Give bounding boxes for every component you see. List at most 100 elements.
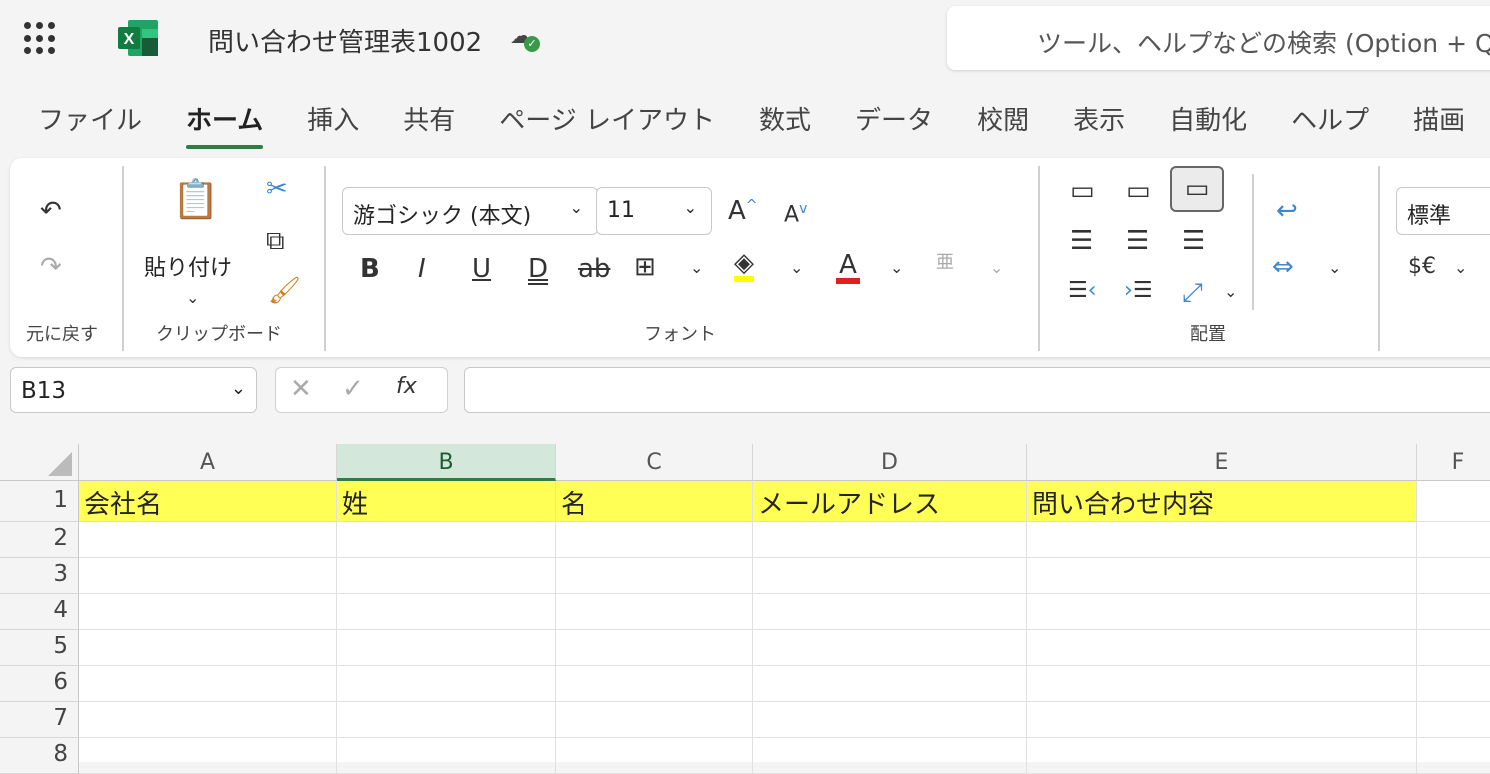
search-input[interactable]: ツール、ヘルプなどの検索 (Option + Q) bbox=[947, 6, 1490, 70]
fill-color-dropdown[interactable]: ⌄ bbox=[790, 258, 803, 277]
currency-dropdown[interactable]: ⌄ bbox=[1454, 258, 1467, 277]
select-all-corner[interactable] bbox=[0, 444, 79, 481]
cell-e1[interactable]: 問い合わせ内容 bbox=[1027, 481, 1417, 522]
cell-f3[interactable] bbox=[1417, 558, 1490, 594]
cell-c2[interactable] bbox=[556, 522, 753, 558]
cell-c4[interactable] bbox=[556, 594, 753, 630]
cell-f6[interactable] bbox=[1417, 666, 1490, 702]
align-right-icon[interactable]: ☰ bbox=[1182, 228, 1205, 254]
phonetic-guide-icon[interactable]: 亜 bbox=[936, 254, 954, 272]
cell-b5[interactable] bbox=[337, 630, 556, 666]
cell-d2[interactable] bbox=[753, 522, 1027, 558]
column-header-f[interactable]: F bbox=[1417, 444, 1490, 481]
cell-d6[interactable] bbox=[753, 666, 1027, 702]
borders-dropdown[interactable]: ⌄ bbox=[690, 258, 703, 277]
column-header-c[interactable]: C bbox=[556, 444, 753, 481]
cell-a8[interactable] bbox=[79, 738, 337, 774]
number-format-select[interactable]: 標準 bbox=[1396, 187, 1490, 235]
document-title[interactable]: 問い合わせ管理表1002 bbox=[208, 22, 482, 59]
app-launcher-icon[interactable] bbox=[24, 22, 58, 56]
tab-draw[interactable]: 描画 bbox=[1413, 100, 1465, 137]
borders-icon[interactable]: ⊞ bbox=[634, 254, 656, 280]
cell-c5[interactable] bbox=[556, 630, 753, 666]
cell-d8[interactable] bbox=[753, 738, 1027, 774]
cell-e3[interactable] bbox=[1027, 558, 1417, 594]
cell-a4[interactable] bbox=[79, 594, 337, 630]
cell-f4[interactable] bbox=[1417, 594, 1490, 630]
cell-c8[interactable] bbox=[556, 738, 753, 774]
tab-insert[interactable]: 挿入 bbox=[307, 100, 359, 137]
wrap-text-icon[interactable]: ↩ bbox=[1276, 198, 1298, 224]
tab-file[interactable]: ファイル bbox=[38, 100, 142, 137]
decrease-font-size-icon[interactable]: Av bbox=[784, 202, 807, 226]
italic-icon[interactable]: I bbox=[418, 256, 426, 282]
increase-font-size-icon[interactable]: A^ bbox=[728, 198, 758, 224]
cell-e6[interactable] bbox=[1027, 666, 1417, 702]
cell-b1[interactable]: 姓 bbox=[337, 481, 556, 522]
increase-indent-icon[interactable]: ›☰ bbox=[1124, 280, 1153, 302]
cell-f5[interactable] bbox=[1417, 630, 1490, 666]
copy-icon[interactable]: ⧉ bbox=[266, 228, 285, 254]
cell-a5[interactable] bbox=[79, 630, 337, 666]
tab-formulas[interactable]: 数式 bbox=[759, 100, 811, 137]
align-left-icon[interactable]: ☰ bbox=[1070, 228, 1093, 254]
tab-home[interactable]: ホーム bbox=[186, 100, 264, 149]
bottom-align-icon[interactable]: ▭ bbox=[1170, 166, 1224, 212]
cell-e5[interactable] bbox=[1027, 630, 1417, 666]
top-align-icon[interactable]: ▭ bbox=[1070, 178, 1095, 204]
bold-icon[interactable]: B bbox=[360, 256, 380, 282]
font-color-dropdown[interactable]: ⌄ bbox=[890, 258, 903, 277]
cell-f8[interactable] bbox=[1417, 738, 1490, 774]
cell-d4[interactable] bbox=[753, 594, 1027, 630]
cell-d7[interactable] bbox=[753, 702, 1027, 738]
column-header-b[interactable]: B bbox=[337, 444, 556, 481]
paste-button[interactable]: 貼り付け bbox=[144, 250, 232, 282]
orientation-icon[interactable]: ⤢ bbox=[1182, 280, 1203, 306]
tab-data[interactable]: データ bbox=[855, 100, 933, 137]
row-header-3[interactable]: 3 bbox=[0, 558, 79, 594]
cell-d5[interactable] bbox=[753, 630, 1027, 666]
cell-a2[interactable] bbox=[79, 522, 337, 558]
row-header-5[interactable]: 5 bbox=[0, 630, 79, 666]
cell-a3[interactable] bbox=[79, 558, 337, 594]
cancel-icon[interactable]: ✕ bbox=[290, 374, 312, 404]
cloud-saved-icon[interactable]: ☁ ✓ bbox=[510, 24, 540, 52]
cell-f2[interactable] bbox=[1417, 522, 1490, 558]
cell-b3[interactable] bbox=[337, 558, 556, 594]
column-header-d[interactable]: D bbox=[753, 444, 1027, 481]
cell-a7[interactable] bbox=[79, 702, 337, 738]
font-color-icon[interactable]: A bbox=[836, 252, 860, 284]
cell-b4[interactable] bbox=[337, 594, 556, 630]
strikethrough-icon[interactable]: ab bbox=[578, 256, 610, 282]
cell-a1[interactable]: 会社名 bbox=[79, 481, 337, 522]
orientation-dropdown[interactable]: ⌄ bbox=[1224, 282, 1237, 301]
middle-align-icon[interactable]: ▭ bbox=[1126, 178, 1151, 204]
cell-a6[interactable] bbox=[79, 666, 337, 702]
fill-color-icon[interactable]: ◈ bbox=[734, 250, 754, 282]
paste-dropdown[interactable]: ⌄ bbox=[186, 288, 199, 307]
cell-c6[interactable] bbox=[556, 666, 753, 702]
tab-view[interactable]: 表示 bbox=[1073, 100, 1125, 137]
tab-automate[interactable]: 自動化 bbox=[1169, 100, 1247, 137]
redo-icon[interactable]: ↷ bbox=[40, 254, 62, 280]
cell-e7[interactable] bbox=[1027, 702, 1417, 738]
align-center-icon[interactable]: ☰ bbox=[1126, 228, 1149, 254]
tab-review[interactable]: 校閲 bbox=[977, 100, 1029, 137]
cut-icon[interactable]: ✂ bbox=[266, 176, 288, 202]
formula-input[interactable] bbox=[464, 367, 1490, 413]
cell-e2[interactable] bbox=[1027, 522, 1417, 558]
cell-f1[interactable] bbox=[1417, 481, 1490, 522]
tab-page-layout[interactable]: ページ レイアウト bbox=[499, 100, 715, 137]
cell-c7[interactable] bbox=[556, 702, 753, 738]
row-header-1[interactable]: 1 bbox=[0, 481, 79, 522]
currency-format-button[interactable]: $€ bbox=[1408, 256, 1436, 278]
column-header-a[interactable]: A bbox=[79, 444, 337, 481]
phonetic-dropdown[interactable]: ⌄ bbox=[990, 258, 1003, 277]
merge-dropdown[interactable]: ⌄ bbox=[1328, 258, 1341, 277]
cell-d1[interactable]: メールアドレス bbox=[753, 481, 1027, 522]
cell-e8[interactable] bbox=[1027, 738, 1417, 774]
cell-d3[interactable] bbox=[753, 558, 1027, 594]
row-header-7[interactable]: 7 bbox=[0, 702, 79, 738]
font-size-select[interactable]: 11 ⌄ bbox=[596, 187, 712, 235]
underline-icon[interactable]: U bbox=[472, 256, 491, 282]
